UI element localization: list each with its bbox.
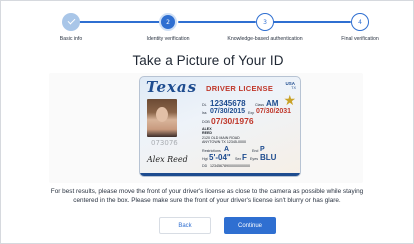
dd-label: DD [202, 164, 208, 168]
step-4-label: Final verification [341, 36, 379, 42]
id-photo-face [156, 107, 168, 122]
ghost-number: 073076 [151, 139, 178, 147]
exp-label: Exp [248, 111, 255, 115]
step-connector [79, 21, 161, 23]
step-3-label: Knowledge-based authentication [227, 36, 303, 42]
check-icon [67, 16, 75, 25]
dob-value: 07/30/1976 [211, 116, 254, 126]
sex-value: F [242, 153, 247, 162]
id-region: TX [291, 86, 296, 90]
class-value: AM [266, 99, 279, 108]
sex-label: Sex [235, 157, 242, 161]
restrictions-value: A [224, 146, 230, 153]
progress-stepper: 2 3 4 Basic info Identity verification K… [1, 9, 414, 45]
step-2-label: Identity verification [146, 36, 190, 42]
continue-button[interactable]: Continue [224, 217, 276, 234]
step-connector [178, 21, 256, 23]
id-card-example: Texas DRIVER LICENSE USA TX ★ DL 1234567… [139, 76, 301, 177]
step-4-indicator: 4 [351, 13, 369, 31]
dd-value: 12345678900000000000 [210, 164, 250, 168]
id-document-title: DRIVER LICENSE [206, 84, 274, 93]
dl-number: 12345678 [210, 99, 246, 108]
id-state-name: Texas [146, 78, 198, 96]
height-label: Hgt [202, 157, 208, 161]
height-value: 5'-04" [209, 153, 231, 162]
step-connector [273, 21, 351, 23]
end-label: End [252, 149, 259, 153]
eyes-label: Eyes [250, 157, 258, 161]
back-button[interactable]: Back [159, 217, 211, 234]
dob-label: DOB [202, 120, 210, 124]
iss-label: Iss [202, 111, 207, 115]
step-2-indicator: 2 [159, 13, 177, 31]
capture-instructions: For best results, please move the front … [50, 188, 364, 204]
step-number: 3 [263, 18, 267, 26]
step-number: 2 [166, 18, 170, 26]
step-3-indicator: 3 [256, 13, 274, 31]
iss-value: 07/30/2015 [210, 108, 246, 115]
class-label: Class [255, 103, 264, 107]
verification-page: 2 3 4 Basic info Identity verification K… [0, 0, 414, 244]
signature: Alex Reed [147, 155, 188, 164]
step-1-indicator [62, 13, 80, 31]
exp-value: 07/30/2031 [256, 108, 292, 115]
page-title: Take a Picture of Your ID [132, 53, 284, 68]
eyes-value: BLU [260, 153, 277, 162]
holder-last-name: REED [202, 131, 212, 135]
id-bottom-stripe [140, 173, 300, 176]
step-1-label: Basic info [59, 36, 83, 42]
address-line-2: ANYTOWN TX 12345-0000 [202, 140, 247, 144]
step-number: 4 [358, 18, 362, 26]
dl-label: DL [202, 103, 207, 107]
end-value: P [260, 146, 265, 153]
star-icon: ★ [283, 93, 296, 109]
